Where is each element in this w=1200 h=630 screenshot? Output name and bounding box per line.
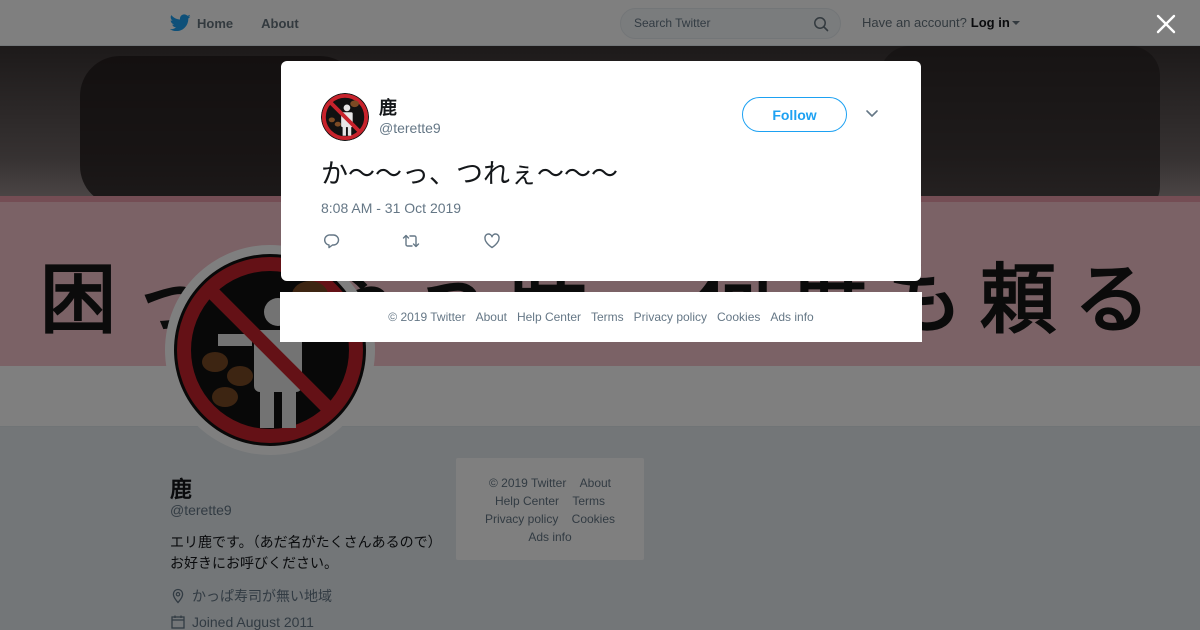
- modal-footer-terms-link[interactable]: Terms: [591, 310, 624, 324]
- modal-footer-ads-link[interactable]: Ads info: [770, 310, 813, 324]
- reply-button[interactable]: [323, 232, 343, 252]
- modal-footer-about-link[interactable]: About: [476, 310, 507, 324]
- modal-footer-privacy-link[interactable]: Privacy policy: [634, 310, 707, 324]
- tweet-text: か〜〜っ、つれぇ〜〜〜: [321, 159, 618, 190]
- tweet-timestamp[interactable]: 8:08 AM - 31 Oct 2019: [321, 200, 461, 216]
- tweet-author-handle[interactable]: @terette9: [379, 120, 441, 136]
- modal-footer-cookies-link[interactable]: Cookies: [717, 310, 760, 324]
- retweet-icon: [402, 234, 420, 248]
- like-icon: [484, 233, 500, 249]
- retweet-button[interactable]: [402, 232, 422, 252]
- modal-footer-copyright: © 2019 Twitter: [388, 310, 466, 324]
- close-icon[interactable]: [1154, 12, 1178, 36]
- chevron-down-icon[interactable]: [865, 109, 879, 119]
- follow-button[interactable]: Follow: [742, 97, 847, 132]
- no-entry-avatar-icon: [321, 93, 369, 141]
- tweet-author-avatar[interactable]: [321, 93, 369, 141]
- modal-footer-help-link[interactable]: Help Center: [517, 310, 581, 324]
- tweet-modal: 鹿 @terette9 Follow か〜〜っ、つれぇ〜〜〜 8:08 AM -…: [281, 61, 921, 281]
- reply-icon: [324, 234, 340, 249]
- like-button[interactable]: [483, 232, 503, 252]
- modal-footer: © 2019 Twitter About Help Center Terms P…: [280, 292, 922, 342]
- tweet-author-name[interactable]: 鹿: [379, 94, 397, 120]
